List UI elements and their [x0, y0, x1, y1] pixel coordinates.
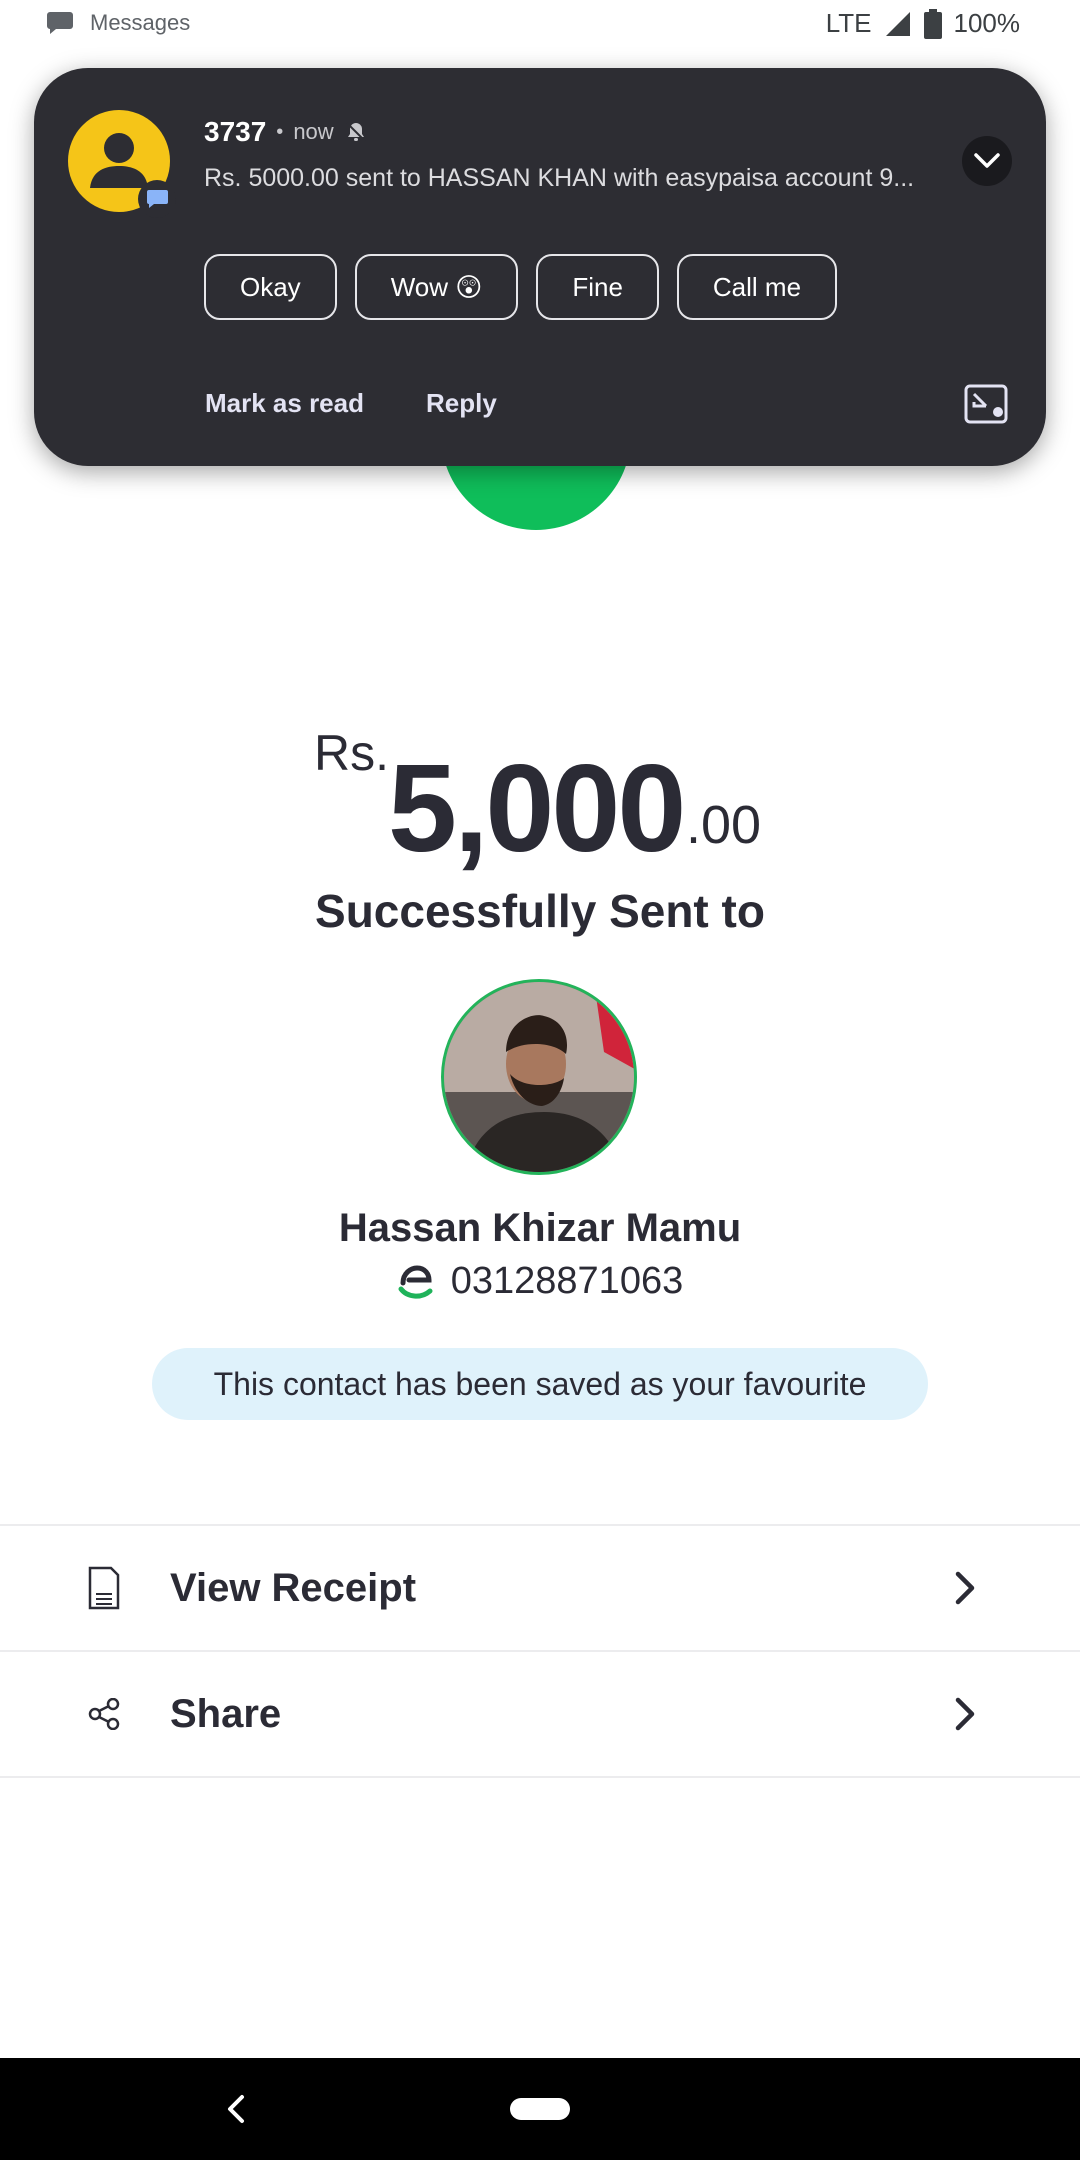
share-label: Share — [170, 1691, 282, 1736]
status-bar-right: LTE 100% — [826, 8, 1020, 39]
recipient-name: Hassan Khizar Mamu — [338, 1206, 742, 1250]
back-icon[interactable] — [224, 2092, 248, 2126]
chevron-down-icon — [974, 153, 1000, 168]
open-in-bubble-icon[interactable] — [964, 384, 1008, 424]
messages-badge-icon — [138, 180, 176, 218]
quick-reply-call-me[interactable]: Call me — [676, 254, 838, 320]
recipient-account: 03128871063 — [0, 1260, 1080, 1303]
bell-off-icon — [345, 122, 366, 142]
quick-replies: Okay Wow 😲 Fine Call me — [204, 254, 838, 320]
easypaisa-logo-icon — [398, 1264, 433, 1298]
recipient-photo-image — [444, 982, 634, 1172]
chevron-right-icon — [955, 1697, 975, 1731]
separator-dot: • — [276, 120, 284, 143]
share-icon — [84, 1690, 124, 1738]
notification-sender: 3737 — [204, 116, 267, 147]
chat-bubble-icon — [47, 12, 73, 34]
chevron-right-icon — [955, 1571, 975, 1605]
favourite-banner: This contact has been saved as your favo… — [152, 1348, 928, 1420]
amount-decimal: .00 — [686, 795, 762, 855]
sms-notification[interactable]: 3737 • now Rs. 5000.00 sent to HASSAN KH… — [34, 68, 1046, 466]
navigation-bar — [0, 2058, 1080, 2160]
quick-reply-okay[interactable]: Okay — [204, 254, 337, 320]
list-divider — [0, 1776, 1080, 1778]
battery-level: 100% — [953, 8, 1021, 38]
reply-button[interactable]: Reply — [426, 388, 497, 419]
status-heading: Successfully Sent to — [315, 885, 765, 937]
signal-icon — [885, 11, 910, 36]
amount-currency: Rs. — [314, 725, 389, 781]
quick-reply-fine[interactable]: Fine — [536, 254, 659, 320]
status-app-label: Messages — [90, 10, 191, 35]
recipient-avatar — [441, 979, 637, 1175]
mark-as-read-button[interactable]: Mark as read — [205, 388, 364, 419]
expand-button[interactable] — [962, 136, 1012, 186]
notification-actions: Mark as read Reply — [205, 388, 497, 419]
transfer-amount: Rs. 5,000 .00 — [0, 710, 1080, 878]
home-button[interactable] — [510, 2098, 570, 2120]
receipt-icon — [84, 1564, 124, 1612]
battery-icon — [923, 8, 942, 39]
quick-reply-wow[interactable]: Wow 😲 — [354, 254, 519, 320]
notification-time: now — [293, 119, 334, 144]
notification-body: Rs. 5000.00 sent to HASSAN KHAN with eas… — [204, 164, 915, 192]
view-receipt-label: View Receipt — [170, 1565, 417, 1610]
recipient-number: 03128871063 — [450, 1260, 684, 1302]
share-row[interactable]: Share — [0, 1652, 1080, 1776]
status-bar: Messages LTE 100% — [0, 0, 1080, 50]
view-receipt-row[interactable]: View Receipt — [0, 1526, 1080, 1650]
network-type: LTE — [825, 8, 872, 38]
notification-header: 3737 • now — [204, 116, 368, 148]
amount-integer: 5,000 — [388, 740, 686, 878]
status-bar-left: Messages — [46, 10, 190, 36]
